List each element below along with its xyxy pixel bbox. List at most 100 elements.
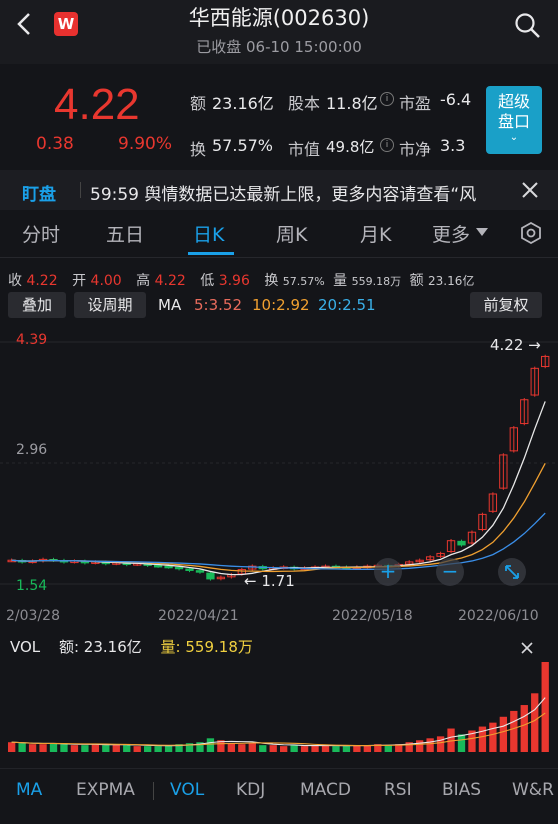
zoom-in-button[interactable]: +: [374, 558, 402, 586]
volume-bar: [112, 744, 120, 752]
amount-label: 额: [190, 94, 207, 113]
max-price-marker: 4.22 →: [490, 336, 541, 354]
ticker-text: 59:59 舆情数据已达最新上限，更多内容请查看“风: [90, 185, 477, 205]
volume-bar: [510, 710, 518, 752]
indicator-divider: [153, 782, 154, 800]
volume-bar: [227, 743, 236, 752]
indicator-macd[interactable]: MACD: [300, 780, 351, 800]
volume-bar: [269, 745, 277, 752]
watch-tag: 盯盘: [22, 185, 56, 205]
volume-bar: [457, 734, 466, 752]
ticker-divider: [80, 182, 81, 198]
search-icon[interactable]: [514, 12, 542, 40]
volume-bar: [154, 746, 162, 752]
indicator-kdj[interactable]: KDJ: [236, 780, 265, 800]
current-price: 4.22: [54, 80, 140, 129]
open-label: 开: [72, 273, 87, 289]
tab-five-day[interactable]: 五日: [106, 220, 144, 247]
indicator-rsi[interactable]: RSI: [384, 780, 412, 800]
volume-bar: [342, 746, 351, 752]
volume-bar: [531, 693, 539, 752]
ma20-value: 20:2.51: [318, 296, 376, 314]
low-value: 3.96: [218, 273, 250, 289]
price-change-pct: 9.90%: [118, 134, 173, 154]
turnover-value: 57.57%: [212, 136, 274, 155]
indicator-wr[interactable]: W&R: [512, 780, 554, 800]
volume-bar: [206, 738, 215, 752]
pe-value: -6.4: [440, 90, 472, 109]
min-price-value: 1.71: [261, 572, 295, 590]
chevron-down-icon: ⌄: [509, 132, 519, 143]
close-icon[interactable]: [520, 180, 540, 200]
volume-bar: [332, 746, 340, 752]
high-label: 高: [136, 273, 151, 289]
tab-weekly-k[interactable]: 周K: [276, 220, 307, 247]
stock-title: 华西能源(002630): [188, 6, 370, 30]
candlestick-chart[interactable]: [0, 322, 558, 602]
expand-icon[interactable]: [498, 558, 526, 586]
open-value: 4.00: [90, 273, 122, 289]
volume-bar: [384, 745, 392, 752]
zoom-out-button[interactable]: −: [436, 558, 464, 586]
super-btn-line2: 盘口: [497, 112, 530, 131]
tab-daily-k[interactable]: 日K: [193, 220, 224, 247]
adjust-button[interactable]: 前复权: [470, 292, 542, 318]
volume-bar: [300, 746, 309, 752]
ma10-line: [11, 463, 546, 573]
mcap-label: 市值: [288, 140, 321, 159]
volume-bar: [102, 745, 110, 752]
volume-bar: [290, 745, 298, 752]
super-btn-line1: 超级: [497, 92, 530, 111]
candle: [174, 566, 184, 570]
volume-bar: [311, 745, 319, 752]
volume-bar: [520, 705, 528, 752]
vol-value: 559.18万: [351, 275, 402, 288]
volume-bar: [144, 746, 152, 752]
equity-label: 股本: [288, 94, 321, 113]
volume-bar: [238, 744, 246, 752]
turnover-label: 换: [190, 140, 207, 159]
volume-bar: [133, 746, 141, 752]
volume-bar: [541, 662, 549, 752]
candle: [206, 572, 215, 580]
indicator-ma[interactable]: MA: [16, 780, 42, 800]
set-period-button[interactable]: 设周期: [74, 292, 146, 318]
ohlc-bar: 收 4.22 开 4.00 高 4.22 低 3.96 换 57.57% 量 5…: [8, 270, 474, 290]
volume-bar: [436, 736, 445, 752]
date-label-2: 2022/04/21: [158, 608, 239, 624]
volume-bar: [353, 745, 361, 752]
close-value: 4.22: [26, 273, 58, 289]
volume-bar: [81, 745, 89, 752]
indicator-bias[interactable]: BIAS: [442, 780, 481, 800]
volume-bar: [321, 745, 330, 752]
tab-intraday[interactable]: 分时: [22, 220, 60, 247]
info-icon[interactable]: i: [380, 138, 394, 152]
candle: [164, 565, 173, 569]
equity-value: 11.8亿: [326, 94, 378, 113]
indicator-vol[interactable]: VOL: [170, 780, 204, 800]
volume-bar: [363, 745, 372, 752]
settings-icon[interactable]: [520, 221, 542, 245]
ma5-value: 5:3.52: [194, 296, 242, 314]
min-price-marker: ← 1.71: [244, 572, 295, 590]
high-value: 4.22: [154, 273, 186, 289]
super-orderbook-button[interactable]: 超级 盘口 ⌄: [486, 86, 542, 154]
candle: [153, 564, 163, 568]
volume-chart[interactable]: [0, 632, 558, 756]
tab-monthly-k[interactable]: 月K: [360, 220, 391, 247]
volume-bar: [8, 742, 16, 752]
info-icon[interactable]: i: [380, 92, 394, 106]
pb-value: 3.3: [440, 136, 466, 155]
date-label-3: 2022/05/18: [332, 608, 413, 624]
pb-label: 市净: [399, 140, 432, 159]
overlay-button[interactable]: 叠加: [8, 292, 66, 318]
candle: [195, 570, 205, 573]
tab-more[interactable]: 更多: [432, 220, 470, 247]
indicator-expma[interactable]: EXPMA: [76, 780, 135, 800]
close-label: 收: [8, 273, 22, 289]
volume-bar: [280, 746, 288, 752]
date-label-4: 2022/06/10: [458, 608, 539, 624]
amt-label: 额: [409, 273, 424, 289]
volume-bar: [28, 744, 37, 752]
market-status: 已收盘 06-10 15:00:00: [196, 38, 362, 56]
